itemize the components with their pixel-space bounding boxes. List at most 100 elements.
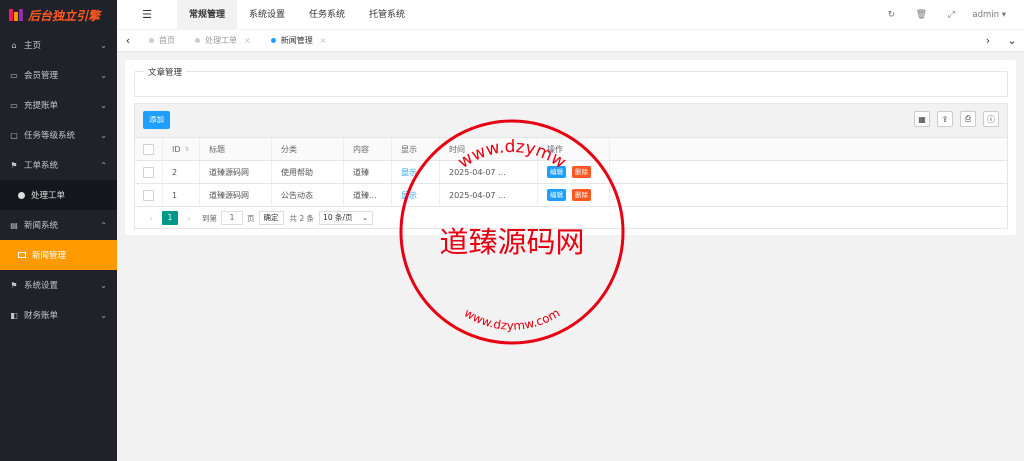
tab-scroll-left-icon[interactable]: ‹ <box>117 34 139 47</box>
close-icon[interactable]: × <box>244 36 251 45</box>
page-size-select[interactable]: 10 条/页 ⌄ <box>319 211 374 225</box>
column-time: 时间 <box>440 138 538 160</box>
home-icon: ⌂ <box>11 40 17 50</box>
select-all-checkbox[interactable] <box>143 143 154 155</box>
fullscreen-icon[interactable]: ⤢ <box>936 10 966 20</box>
cell-id: 1 <box>163 184 200 206</box>
brand-logo[interactable]: 后台独立引擎 <box>0 0 117 30</box>
sidebar-item-label: 主页 <box>24 41 42 51</box>
goto-confirm-button[interactable]: 确定 <box>258 211 284 225</box>
goto-page-input[interactable]: 1 <box>221 211 243 225</box>
sidebar-item-label: 任务等级系统 <box>24 131 76 141</box>
article-table: 添加 ▦ ⇪ ⎙ ⓘ ID ⇅ 标题 分类 内容 显示 时间 操作 2 道臻源码网… <box>134 103 1008 229</box>
refresh-icon[interactable]: ↻ <box>876 10 906 20</box>
sidebar-subitem-news-manage[interactable]: 新闻管理 <box>0 240 117 270</box>
current-page[interactable]: 1 <box>162 211 178 225</box>
user-menu[interactable]: admin ▾ <box>972 10 1006 20</box>
finance-icon: ◧ <box>10 310 18 320</box>
caret-down-icon: ▾ <box>1001 9 1006 20</box>
edit-button[interactable]: 编辑 <box>547 189 566 201</box>
cell-content: 道臻... <box>344 184 392 206</box>
top-nav-system[interactable]: 系统设置 <box>237 0 297 30</box>
chevron-down-icon: ⌄ <box>100 70 107 80</box>
sidebar-item-home[interactable]: ⌂ 主页 ⌄ <box>0 30 117 60</box>
sidebar-item-tasks[interactable]: ▢ 任务等级系统 ⌄ <box>0 120 117 150</box>
row-checkbox[interactable] <box>143 189 154 201</box>
content-card: 文章管理 添加 ▦ ⇪ ⎙ ⓘ ID ⇅ 标题 分类 内容 显示 时间 操作 2 … <box>125 60 1016 235</box>
sidebar-subitem-label: 新闻管理 <box>32 251 67 261</box>
info-icon[interactable]: ⓘ <box>983 111 999 127</box>
tab-label: 新闻管理 <box>280 36 313 45</box>
stamp-ring-bottom-text: www.dzymw.com <box>462 306 563 333</box>
sidebar-item-bills[interactable]: ▭ 充提账单 ⌄ <box>0 90 117 120</box>
top-nav-hosting[interactable]: 托管系统 <box>357 0 417 30</box>
tab-dot-icon <box>270 38 276 43</box>
total-count: 共 2 条 <box>289 213 315 223</box>
top-nav: 常规管理 系统设置 任务系统 托管系统 <box>177 0 417 30</box>
sidebar-item-members[interactable]: ▭ 会员管理 ⌄ <box>0 60 117 90</box>
top-nav-regular[interactable]: 常规管理 <box>177 0 238 30</box>
top-nav-tasks[interactable]: 任务系统 <box>297 0 357 30</box>
chevron-up-icon: ⌃ <box>100 160 107 170</box>
flag-icon: ⚑ <box>10 160 18 170</box>
sidebar-item-label: 系统设置 <box>24 281 59 291</box>
cell-content: 道臻 <box>344 161 392 183</box>
delete-button[interactable]: 删除 <box>572 189 591 201</box>
cell-category: 使用帮助 <box>272 161 344 183</box>
next-page-icon[interactable]: › <box>182 214 196 223</box>
table-row: 1 道臻源码网 公告动态 道臻... 显示 2025-04-07 ... 编辑 … <box>135 184 1007 207</box>
tab-menu-chevron-icon[interactable]: ⌄ <box>1000 34 1024 47</box>
bill-icon: ▭ <box>10 100 18 110</box>
column-title: 标题 <box>200 138 272 160</box>
cell-category: 公告动态 <box>272 184 344 206</box>
prev-page-icon[interactable]: ‹ <box>144 214 158 223</box>
chevron-down-icon: ⌄ <box>100 280 107 290</box>
sidebar-item-news[interactable]: ▤ 新闻系统 ⌃ <box>0 210 117 240</box>
page-unit-label: 页 <box>247 213 255 223</box>
export-icon[interactable]: ⇪ <box>937 111 953 127</box>
circle-icon <box>18 191 25 199</box>
sidebar-subitem-process-tickets[interactable]: 处理工单 <box>0 180 117 210</box>
brand-logo-icon <box>9 9 23 21</box>
user-name: admin <box>972 9 1000 20</box>
cell-title: 道臻源码网 <box>200 184 272 206</box>
tab-dot-icon <box>149 38 154 43</box>
tab-process-tickets[interactable]: 处理工单 × <box>185 30 261 52</box>
tab-scroll-right-icon[interactable]: › <box>976 34 1000 47</box>
edit-button[interactable]: 编辑 <box>547 166 566 178</box>
sidebar-item-label: 会员管理 <box>24 71 59 81</box>
cell-show-link[interactable]: 显示 <box>401 167 417 178</box>
sidebar-item-label: 工单系统 <box>24 161 59 171</box>
sidebar-item-label: 财务账单 <box>24 311 59 321</box>
news-icon: ▤ <box>10 220 18 230</box>
chevron-down-icon: ⌄ <box>100 40 107 50</box>
columns-filter-icon[interactable]: ▦ <box>914 111 930 127</box>
page-size-value: 10 条/页 <box>323 213 353 222</box>
sidebar-item-tickets[interactable]: ⚑ 工单系统 ⌃ <box>0 150 117 180</box>
monitor-icon: ▢ <box>10 130 18 140</box>
delete-button[interactable]: 删除 <box>572 166 591 178</box>
tab-home[interactable]: 首页 <box>139 30 185 52</box>
chevron-up-icon: ⌃ <box>100 220 107 230</box>
cell-title: 道臻源码网 <box>200 161 272 183</box>
row-checkbox[interactable] <box>143 166 154 178</box>
news-list-icon <box>18 252 26 258</box>
column-id[interactable]: ID ⇅ <box>163 138 200 160</box>
table-header: ID ⇅ 标题 分类 内容 显示 时间 操作 <box>135 138 1007 161</box>
sidebar-subitem-label: 处理工单 <box>31 191 66 201</box>
cell-show-link[interactable]: 显示 <box>401 190 417 201</box>
sidebar-item-label: 新闻系统 <box>24 221 59 231</box>
trash-icon[interactable]: 🗑 <box>906 10 936 20</box>
sidebar-item-settings[interactable]: ⚑ 系统设置 ⌄ <box>0 270 117 300</box>
table-toolbar: 添加 ▦ ⇪ ⎙ ⓘ <box>135 104 1007 138</box>
print-icon[interactable]: ⎙ <box>960 111 976 127</box>
menu-toggle-icon[interactable]: ☰ <box>117 8 177 21</box>
sidebar-item-finance[interactable]: ◧ 财务账单 ⌄ <box>0 300 117 330</box>
sidebar-item-label: 充提账单 <box>24 101 59 111</box>
tab-news-manage[interactable]: 新闻管理 × <box>261 30 337 52</box>
sort-icon[interactable]: ⇅ <box>185 146 190 153</box>
add-button[interactable]: 添加 <box>143 111 170 129</box>
close-icon[interactable]: × <box>320 36 327 45</box>
cell-time: 2025-04-07 ... <box>440 161 538 183</box>
column-ops: 操作 <box>538 138 610 160</box>
